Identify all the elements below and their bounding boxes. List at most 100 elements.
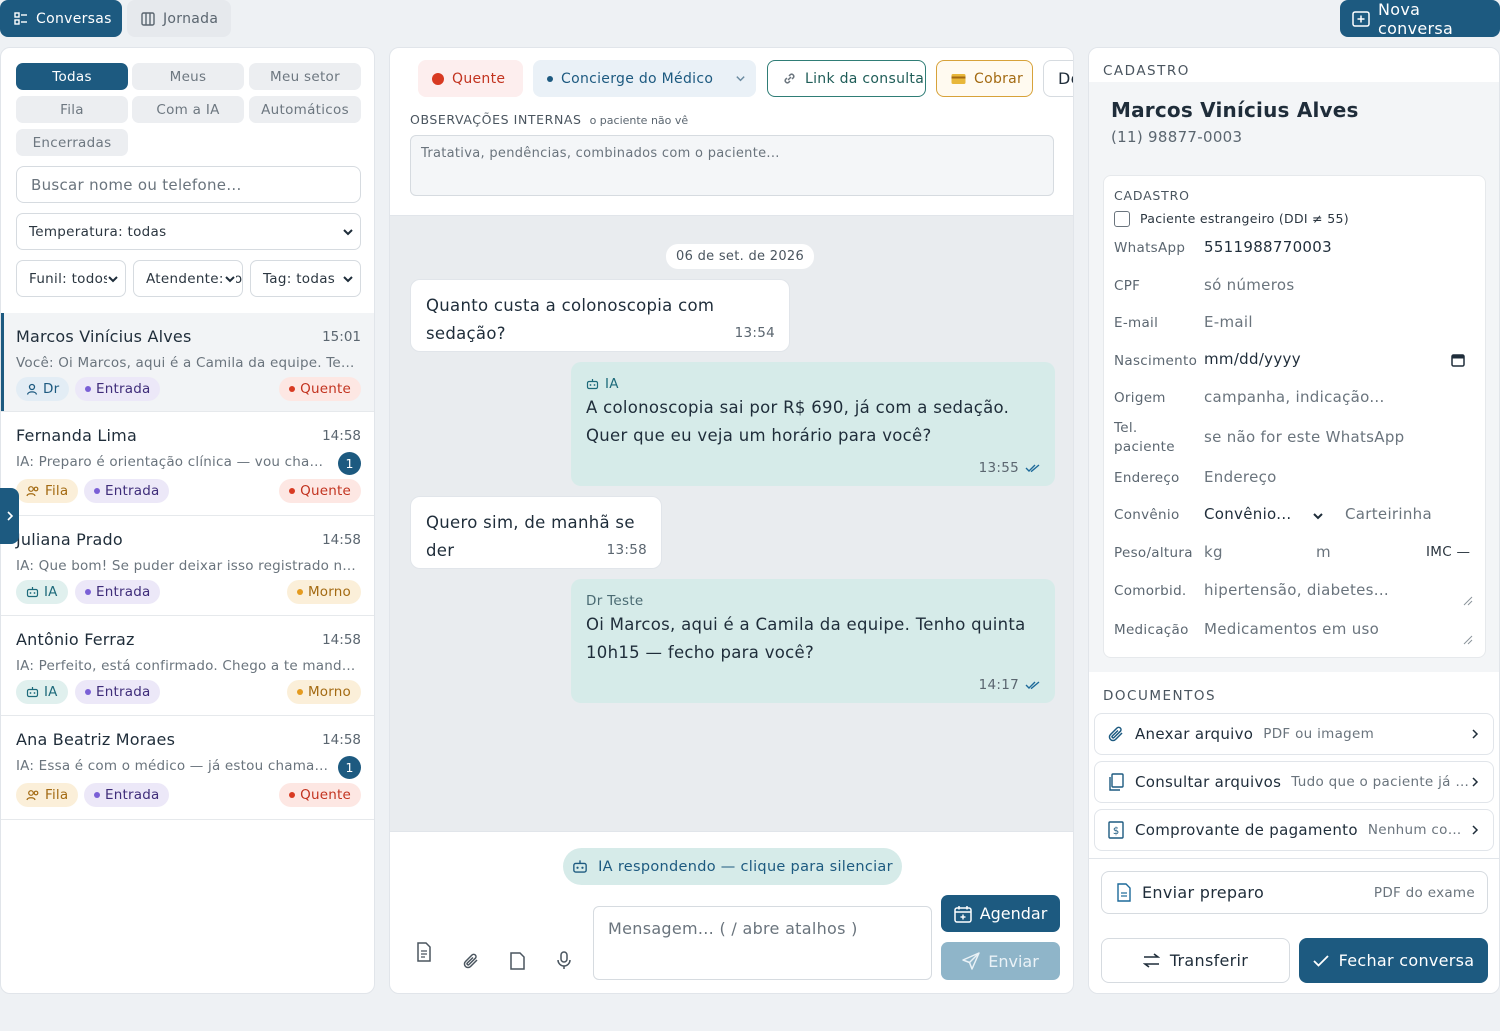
insurance-card-field[interactable]: Carteirinha	[1345, 505, 1432, 523]
comorbidities-field[interactable]: hipertensão, diabetes...	[1204, 581, 1389, 599]
search-input[interactable]: Buscar nome ou telefone...	[16, 166, 361, 203]
internal-notes-hint: o paciente não vê	[589, 114, 689, 127]
height-field[interactable]: m	[1316, 543, 1331, 561]
internal-notes-input[interactable]: Tratativa, pendências, combinados com o …	[410, 135, 1054, 196]
contact-name: Antônio Ferraz	[16, 630, 135, 649]
agent-select-value: Concierge do Médico	[561, 70, 714, 87]
foreign-patient-checkbox[interactable]	[1114, 211, 1130, 227]
transfer-button[interactable]: Transferir	[1101, 938, 1290, 983]
svg-text:$: $	[1113, 826, 1119, 837]
message-sender-label: IA	[605, 376, 619, 392]
check-icon	[1312, 954, 1329, 967]
tab-conversas[interactable]: Conversas	[0, 0, 122, 37]
unread-count-badge: 1	[338, 756, 361, 779]
filter-chip-fila[interactable]: Fila	[16, 96, 128, 123]
owner-badge: Fila	[16, 783, 79, 807]
weight-field[interactable]: kg	[1204, 543, 1223, 561]
message-composer: IA respondendo — clique para silenciar M…	[390, 831, 1073, 993]
list-item[interactable]: Ana Beatriz Moraes 14:58 IA: Essa é com …	[1, 716, 374, 820]
email-field[interactable]: E-mail	[1204, 313, 1253, 331]
message-time: 14:58	[322, 532, 361, 548]
temperature-toggle[interactable]: Quente	[418, 60, 523, 97]
schedule-label: Agendar	[979, 904, 1048, 923]
list-item[interactable]: Juliana Prado 14:58 IA: Que bom! Se pude…	[1, 516, 374, 616]
foreign-patient-label: Paciente estrangeiro (DDI ≠ 55)	[1140, 211, 1349, 226]
agent-select[interactable]: Concierge do Médico	[533, 60, 756, 97]
tab-jornada[interactable]: Jornada	[127, 0, 231, 37]
message-time: 14:58	[322, 732, 361, 748]
more-actions-button[interactable]: De	[1043, 60, 1073, 97]
schedule-button[interactable]: Agendar	[941, 895, 1060, 932]
resize-handle-icon[interactable]	[1463, 635, 1473, 645]
receipt-icon: $	[1107, 821, 1125, 839]
microphone-icon[interactable]	[556, 951, 572, 970]
medication-field[interactable]: Medicamentos em uso	[1204, 620, 1379, 638]
owner-badge: Dr	[16, 377, 70, 401]
stage-badge-label: Entrada	[96, 381, 151, 397]
ai-responding-toggle[interactable]: IA respondendo — clique para silenciar	[563, 848, 902, 885]
origin-field[interactable]: campanha, indicação...	[1204, 388, 1385, 406]
patient-phone-label: Tel. paciente	[1114, 420, 1175, 455]
temperature-toggle-label: Quente	[452, 70, 506, 87]
calendar-icon[interactable]	[1451, 353, 1465, 367]
payment-receipt-button[interactable]: $ Comprovante de pagamento Nenhum compro…	[1094, 809, 1494, 851]
charge-button[interactable]: Cobrar	[936, 60, 1033, 97]
send-button[interactable]: Enviar	[941, 942, 1060, 980]
browse-files-button[interactable]: Consultar arquivos Tudo que o paciente j…	[1094, 761, 1494, 803]
resize-handle-icon[interactable]	[1463, 596, 1473, 606]
temperature-badge: Quente	[279, 479, 361, 503]
tag-select[interactable]: Tag: todas	[250, 260, 361, 297]
more-actions-label: De	[1058, 69, 1073, 88]
template-icon[interactable]	[415, 942, 433, 962]
whatsapp-field[interactable]: 5511988770003	[1204, 238, 1332, 256]
attach-file-button[interactable]: Anexar arquivo PDF ou imagem	[1094, 713, 1494, 755]
send-label: Enviar	[988, 951, 1039, 971]
filter-chip-todas[interactable]: Todas	[16, 63, 128, 90]
cpf-field[interactable]: só números	[1204, 276, 1294, 294]
filter-chip-com-ia[interactable]: Com a IA	[132, 96, 244, 123]
address-field[interactable]: Endereço	[1204, 468, 1277, 486]
filter-chip-meu-setor[interactable]: Meu setor	[249, 63, 361, 90]
file-icon[interactable]	[509, 952, 526, 970]
temperature-badge-label: Quente	[300, 381, 351, 397]
attendant-select[interactable]: Atendente: todos	[133, 260, 243, 297]
temperature-select-value: Temperatura: todas	[29, 223, 167, 240]
chat-panel: Quente Concierge do Médico Link da consu…	[389, 47, 1074, 994]
temperature-badge: Quente	[279, 377, 361, 401]
send-prep-hint: PDF do exame	[1373, 884, 1475, 901]
close-conversation-button[interactable]: Fechar conversa	[1299, 938, 1488, 983]
paperclip-icon[interactable]	[462, 952, 480, 970]
patient-phone-field[interactable]: se não for este WhatsApp	[1204, 428, 1405, 446]
filter-chip-encerradas[interactable]: Encerradas	[16, 129, 128, 156]
message-input[interactable]: Mensagem... ( / abre atalhos )	[593, 906, 932, 980]
list-item[interactable]: Marcos Vinícius Alves 15:01 Você: Oi Mar…	[1, 313, 374, 412]
owner-badge-label: Fila	[45, 787, 69, 803]
date-separator: 06 de set. de 2026	[666, 244, 815, 269]
insurance-select[interactable]: Convênio...	[1204, 505, 1291, 523]
consultation-link-button[interactable]: Link da consulta	[767, 60, 926, 97]
sidebar-toggle-button[interactable]	[0, 488, 19, 544]
list-item[interactable]: Antônio Ferraz 14:58 IA: Perfeito, está …	[1, 616, 374, 716]
new-conversation-button[interactable]: Nova conversa	[1340, 0, 1500, 38]
registration-form: CADASTRO Paciente estrangeiro (DDI ≠ 55)…	[1103, 175, 1486, 658]
stage-badge-label: Entrada	[105, 483, 160, 499]
temperature-select[interactable]: Temperatura: todas	[16, 213, 361, 250]
owner-badge-label: Dr	[43, 381, 60, 397]
filter-chip-automaticos[interactable]: Automáticos	[249, 96, 361, 123]
send-icon	[962, 952, 980, 970]
chevron-down-icon	[735, 73, 746, 84]
stage-badge: Entrada	[75, 680, 161, 704]
ai-responding-label: IA respondendo — clique para silenciar	[598, 858, 893, 875]
owner-badge-label: IA	[44, 684, 58, 700]
comorbidities-label: Comorbid.	[1114, 583, 1187, 599]
funnel-select[interactable]: Funil: todos	[16, 260, 126, 297]
chevron-right-icon	[6, 510, 14, 522]
profile-panel: CADASTRO Marcos Vinícius Alves (11) 9887…	[1088, 47, 1500, 994]
birthdate-field[interactable]: mm/dd/yyyy	[1204, 350, 1301, 368]
list-item[interactable]: Fernanda Lima 14:58 IA: Preparo é orient…	[1, 412, 374, 516]
attach-file-title: Anexar arquivo	[1135, 725, 1254, 743]
filter-chip-meus[interactable]: Meus	[132, 63, 244, 90]
send-prep-button[interactable]: Enviar preparo PDF do exame	[1101, 871, 1488, 914]
users-icon	[26, 485, 40, 497]
message-time: 13:54	[734, 325, 775, 341]
